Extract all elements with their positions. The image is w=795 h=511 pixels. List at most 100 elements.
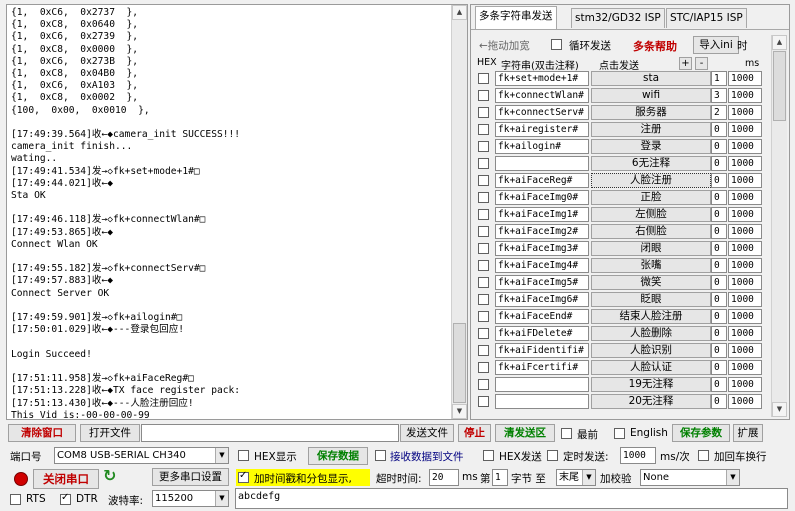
scroll-down-icon[interactable]: ▼ bbox=[452, 404, 467, 419]
timed-interval-input[interactable]: 1000 bbox=[620, 447, 656, 464]
row-order-input[interactable]: 2 bbox=[711, 105, 727, 120]
row-hex-checkbox[interactable] bbox=[478, 294, 489, 305]
row-delay-input[interactable]: 1000 bbox=[728, 377, 762, 392]
row-command-input[interactable]: fk+aiFaceImg1# bbox=[495, 207, 589, 222]
row-send-button[interactable]: 注册 bbox=[591, 122, 711, 137]
row-send-button[interactable]: 闭眼 bbox=[591, 241, 711, 256]
rts-checkbox[interactable] bbox=[10, 494, 21, 505]
row-order-input[interactable]: 0 bbox=[711, 292, 727, 307]
row-command-input[interactable]: fk+aiFaceImg0# bbox=[495, 190, 589, 205]
row-hex-checkbox[interactable] bbox=[478, 158, 489, 169]
row-order-input[interactable]: 1 bbox=[711, 71, 727, 86]
scroll-thumb[interactable] bbox=[453, 323, 466, 403]
timeout-input[interactable]: 20 bbox=[429, 469, 459, 486]
row-command-input[interactable]: fk+ailogin# bbox=[495, 139, 589, 154]
row-send-button[interactable]: 人脸认证 bbox=[591, 360, 711, 375]
row-send-button[interactable]: 20无注释 bbox=[591, 394, 711, 409]
row-hex-checkbox[interactable] bbox=[478, 141, 489, 152]
row-order-input[interactable]: 0 bbox=[711, 173, 727, 188]
row-command-input[interactable]: fk+aiFaceImg2# bbox=[495, 224, 589, 239]
row-order-input[interactable]: 0 bbox=[711, 275, 727, 290]
expand-button[interactable]: 扩展 bbox=[733, 424, 763, 442]
row-order-input[interactable]: 0 bbox=[711, 122, 727, 137]
row-hex-checkbox[interactable] bbox=[478, 90, 489, 101]
row-order-input[interactable]: 0 bbox=[711, 241, 727, 256]
row-delay-input[interactable]: 1000 bbox=[728, 156, 762, 171]
send-text-area[interactable]: abcdefg bbox=[235, 488, 788, 509]
row-delay-input[interactable]: 1000 bbox=[728, 326, 762, 341]
row-hex-checkbox[interactable] bbox=[478, 209, 489, 220]
scroll-up-icon[interactable]: ▲ bbox=[452, 5, 467, 20]
row-hex-checkbox[interactable] bbox=[478, 124, 489, 135]
row-delay-input[interactable]: 1000 bbox=[728, 360, 762, 375]
row-send-button[interactable]: 登录 bbox=[591, 139, 711, 154]
refresh-icon[interactable]: ↻ bbox=[103, 466, 116, 485]
recv-to-file-checkbox[interactable] bbox=[375, 450, 386, 461]
row-hex-checkbox[interactable] bbox=[478, 311, 489, 322]
row-hex-checkbox[interactable] bbox=[478, 362, 489, 373]
row-send-button[interactable]: 6无注释 bbox=[591, 156, 711, 171]
port-select[interactable]: COM8 USB-SERIAL CH340 ▼ bbox=[54, 447, 229, 464]
row-delay-input[interactable]: 1000 bbox=[728, 71, 762, 86]
hex-send-checkbox[interactable] bbox=[483, 450, 494, 461]
row-delay-input[interactable]: 1000 bbox=[728, 88, 762, 103]
row-send-button[interactable]: 眨眼 bbox=[591, 292, 711, 307]
row-hex-checkbox[interactable] bbox=[478, 175, 489, 186]
row-delay-input[interactable]: 1000 bbox=[728, 190, 762, 205]
rows-scroll-thumb[interactable] bbox=[773, 51, 786, 121]
row-command-input[interactable]: fk+aiFidentifi# bbox=[495, 343, 589, 358]
row-send-button[interactable]: 人脸识别 bbox=[591, 343, 711, 358]
row-hex-checkbox[interactable] bbox=[478, 328, 489, 339]
row-delay-input[interactable]: 1000 bbox=[728, 224, 762, 239]
add-row-button[interactable]: + bbox=[679, 57, 692, 70]
row-command-input[interactable]: fk+airegister# bbox=[495, 122, 589, 137]
row-order-input[interactable]: 0 bbox=[711, 343, 727, 358]
loop-send-checkbox[interactable] bbox=[551, 39, 562, 50]
row-delay-input[interactable]: 1000 bbox=[728, 258, 762, 273]
receive-scrollbar[interactable]: ▲ ▼ bbox=[451, 5, 467, 419]
baud-select[interactable]: 115200 ▼ bbox=[152, 490, 229, 507]
row-command-input[interactable] bbox=[495, 394, 589, 409]
topmost-checkbox[interactable] bbox=[561, 428, 572, 439]
english-checkbox[interactable] bbox=[614, 428, 625, 439]
drag-widen-label[interactable]: ←拖动加宽 bbox=[479, 38, 530, 53]
row-delay-input[interactable]: 1000 bbox=[728, 309, 762, 324]
row-order-input[interactable]: 0 bbox=[711, 309, 727, 324]
row-command-input[interactable]: fk+set+mode+1# bbox=[495, 71, 589, 86]
row-order-input[interactable]: 0 bbox=[711, 139, 727, 154]
row-command-input[interactable]: fk+aiFcertifi# bbox=[495, 360, 589, 375]
row-command-input[interactable]: fk+aiFaceImg4# bbox=[495, 258, 589, 273]
row-send-button[interactable]: 张嘴 bbox=[591, 258, 711, 273]
clear-send-button[interactable]: 清发送区 bbox=[495, 424, 555, 442]
more-port-settings-button[interactable]: 更多串口设置 bbox=[152, 468, 229, 486]
row-send-button[interactable]: 结束人脸注册 bbox=[591, 309, 711, 324]
receive-window[interactable]: {1, 0xC6, 0x2737 }, {1, 0xC8, 0x0640 }, … bbox=[6, 4, 468, 420]
row-send-button[interactable]: 微笑 bbox=[591, 275, 711, 290]
tail-dropdown-icon[interactable]: ▼ bbox=[582, 470, 595, 485]
multi-help-link[interactable]: 多条帮助 bbox=[633, 38, 677, 54]
open-file-button[interactable]: 打开文件 bbox=[80, 424, 140, 442]
rows-scroll-down-icon[interactable]: ▼ bbox=[772, 402, 787, 417]
row-send-button[interactable]: 正脸 bbox=[591, 190, 711, 205]
row-send-button[interactable]: 右侧脸 bbox=[591, 224, 711, 239]
import-ini-button[interactable]: 导入ini bbox=[693, 36, 739, 54]
row-send-button[interactable]: 左侧脸 bbox=[591, 207, 711, 222]
dtr-checkbox[interactable] bbox=[60, 492, 71, 505]
row-order-input[interactable]: 0 bbox=[711, 156, 727, 171]
timestamp-checkbox[interactable] bbox=[238, 470, 249, 483]
row-hex-checkbox[interactable] bbox=[478, 345, 489, 356]
row-hex-checkbox[interactable] bbox=[478, 243, 489, 254]
checksum-select[interactable]: None ▼ bbox=[640, 469, 740, 486]
clear-window-button[interactable]: 清除窗口 bbox=[8, 424, 76, 442]
add-crlf-checkbox[interactable] bbox=[698, 450, 709, 461]
row-order-input[interactable]: 0 bbox=[711, 207, 727, 222]
timed-send-checkbox[interactable] bbox=[547, 450, 558, 461]
rows-scrollbar[interactable]: ▲ ▼ bbox=[771, 35, 787, 417]
row-send-button[interactable]: sta bbox=[591, 71, 711, 86]
row-order-input[interactable]: 0 bbox=[711, 377, 727, 392]
row-delay-input[interactable]: 1000 bbox=[728, 207, 762, 222]
row-delay-input[interactable]: 1000 bbox=[728, 173, 762, 188]
stop-button[interactable]: 停止 bbox=[458, 424, 491, 442]
close-port-button[interactable]: 关闭串口 bbox=[33, 469, 99, 489]
row-command-input[interactable]: fk+connectServ# bbox=[495, 105, 589, 120]
